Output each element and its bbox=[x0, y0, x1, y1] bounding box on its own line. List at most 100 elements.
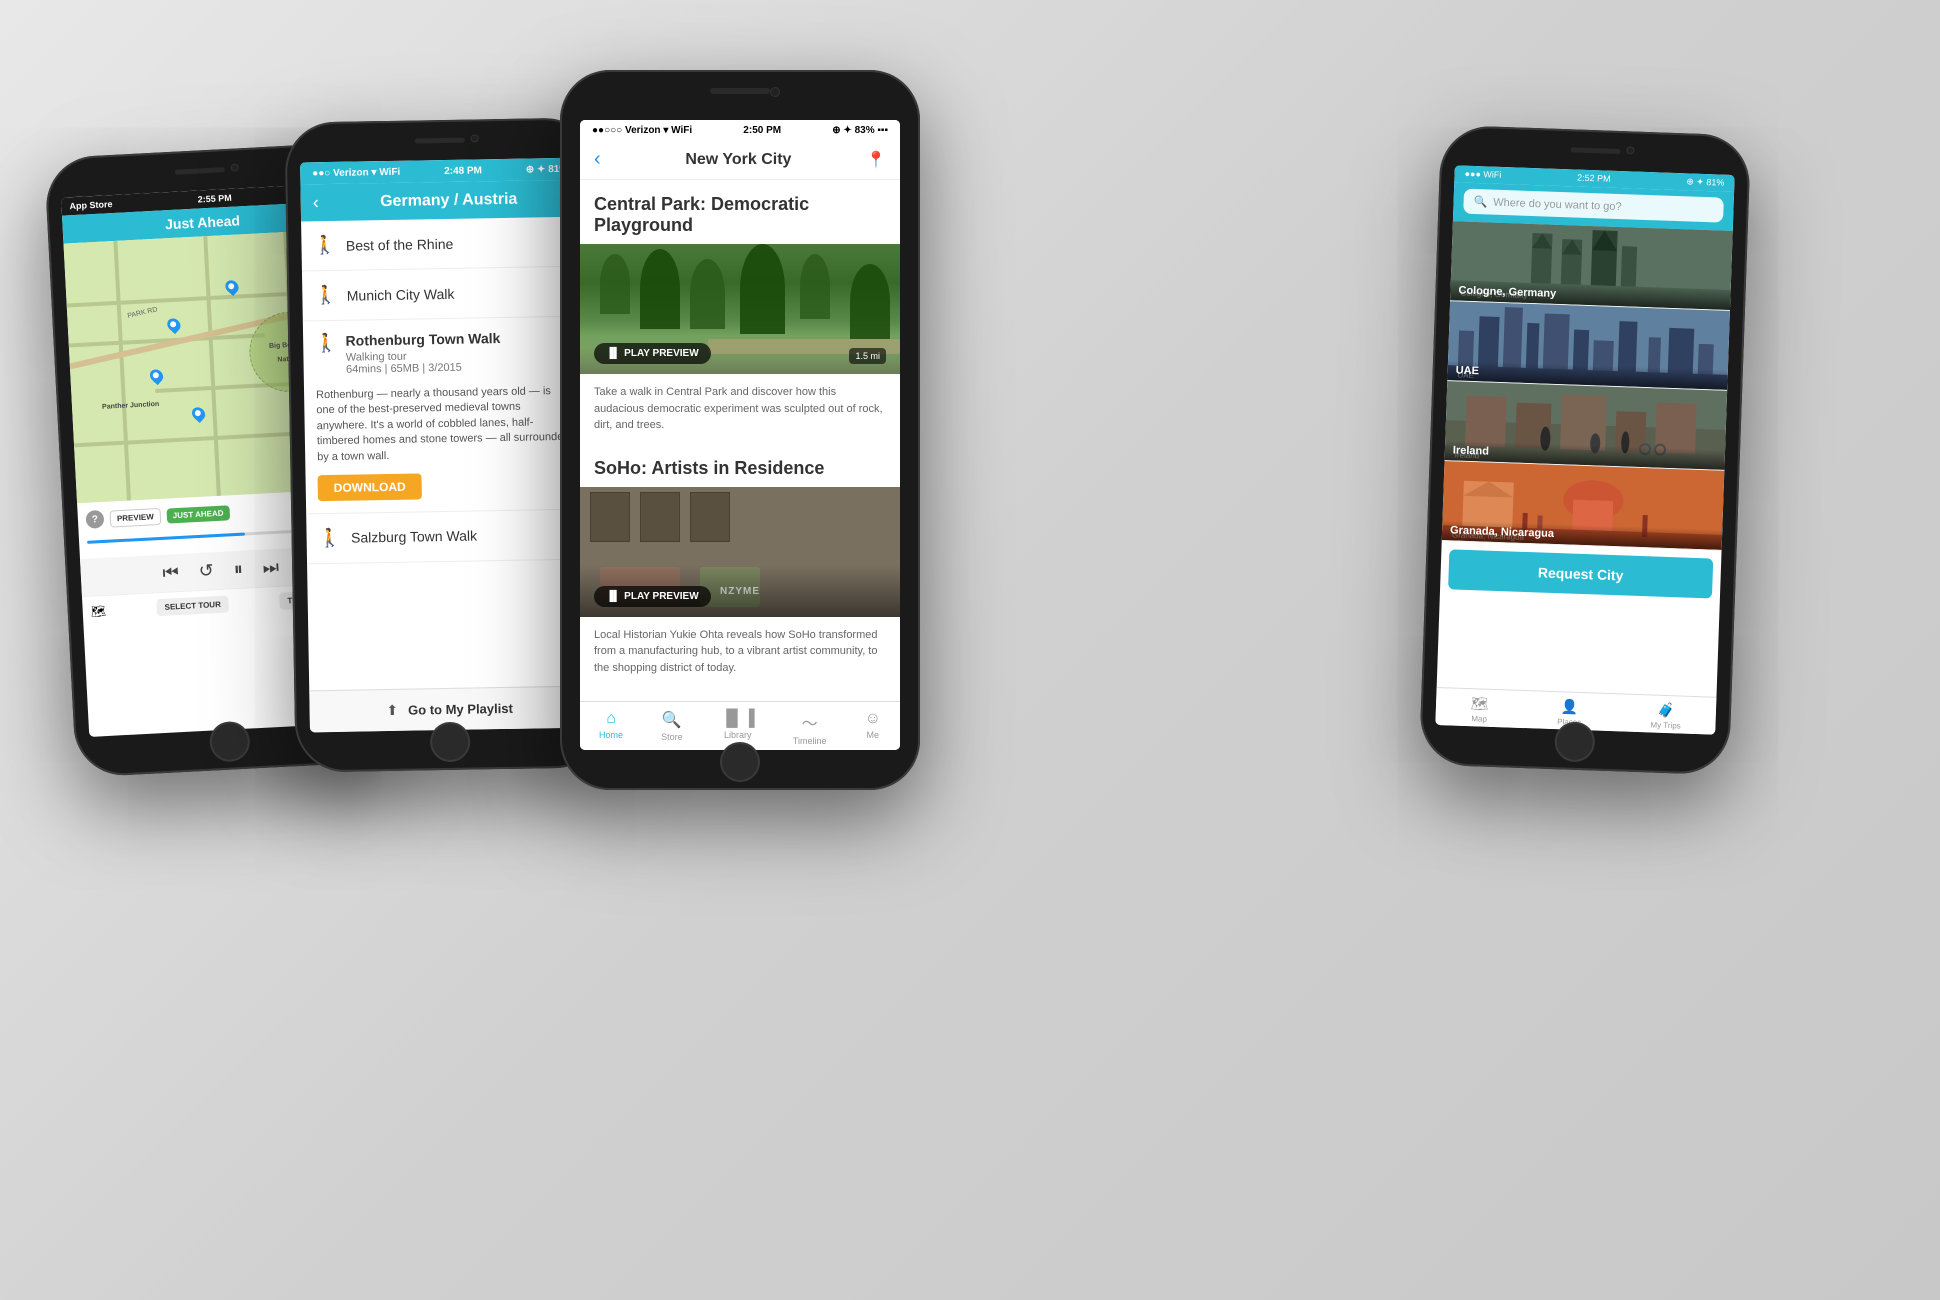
phone-speaker bbox=[175, 167, 225, 175]
back-arrow-nyc[interactable]: ‹ bbox=[594, 148, 601, 171]
soho-desc: Local Historian Yukie Ohta reveals how S… bbox=[580, 617, 900, 687]
request-city-button[interactable]: Request City bbox=[1448, 549, 1713, 598]
phone-camera-places bbox=[1626, 146, 1634, 154]
rothenburg-description: Rothenburg — nearly a thousand years old… bbox=[316, 384, 573, 465]
tour-name-munich: Munich City Walk bbox=[347, 285, 455, 303]
tour-icon-rothenburg: 🚶 bbox=[315, 333, 338, 354]
playlist-label[interactable]: Go to My Playlist bbox=[408, 701, 513, 718]
nav-mytrips[interactable]: 🧳 My Trips bbox=[1650, 701, 1681, 730]
replay-icon[interactable]: ↺ bbox=[198, 560, 214, 582]
search-placeholder: Where do you want to go? bbox=[1493, 196, 1622, 212]
rewind-icon[interactable]: ⏮ bbox=[162, 562, 179, 584]
nav-me[interactable]: ☺ Me bbox=[865, 710, 881, 746]
timeline-icon: 〜 bbox=[802, 710, 818, 734]
germany-header: ‹ Germany / Austria bbox=[300, 180, 581, 222]
place-uae[interactable]: UAE UAE bbox=[1447, 301, 1730, 391]
phone-speaker-places bbox=[1570, 147, 1620, 154]
location-icon[interactable]: 📍 bbox=[866, 150, 886, 170]
germany-title: Germany / Austria bbox=[329, 189, 569, 211]
home-icon: ⌂ bbox=[606, 710, 616, 728]
nav-store[interactable]: 🔍 Store bbox=[661, 710, 683, 746]
nyc-battery: ⊕ ✦ 83% ▪▪▪ bbox=[832, 125, 888, 136]
map-pin-4 bbox=[189, 405, 207, 423]
library-icon: ▐▌▐ bbox=[721, 710, 755, 728]
places-screen: ●●● WiFi 2:52 PM ⊕ ✦ 81% 🔍 Where do you … bbox=[1435, 165, 1734, 734]
tour-detail-rothenburg: 🚶 Rothenburg Town Walk Walking tour 64mi… bbox=[303, 317, 586, 515]
tour-icon-salzburg: 🚶 bbox=[318, 528, 341, 549]
phone-speaker-germany bbox=[415, 138, 465, 144]
nyc-header: ‹ New York City 📍 bbox=[580, 140, 900, 180]
germany-time: 2:48 PM bbox=[444, 165, 482, 177]
place-ireland[interactable]: Ireland Ireland bbox=[1445, 381, 1728, 471]
select-tour-btn[interactable]: SELECT TOUR bbox=[156, 595, 229, 616]
search-icon: 🔍 bbox=[1473, 195, 1487, 208]
phone-places: ●●● WiFi 2:52 PM ⊕ ✦ 81% 🔍 Where do you … bbox=[1419, 125, 1751, 775]
nyc-screen: ●●○○○ Verizon ▾ WiFi 2:50 PM ⊕ ✦ 83% ▪▪▪… bbox=[580, 120, 900, 750]
map-title: Just Ahead bbox=[165, 212, 241, 232]
nyc-carrier: ●●○○○ Verizon ▾ WiFi bbox=[592, 125, 692, 136]
trips-icon: 🧳 bbox=[1657, 702, 1675, 720]
home-button-places[interactable] bbox=[1554, 721, 1595, 762]
me-icon: ☺ bbox=[865, 710, 881, 728]
forward-icon[interactable]: ⏭ bbox=[262, 557, 279, 579]
tour-name-rhine: Best of the Rhine bbox=[346, 235, 454, 253]
tour-name-salzburg: Salzburg Town Walk bbox=[351, 528, 477, 546]
soho-title: SoHo: Artists in Residence bbox=[580, 444, 900, 487]
home-button-nyc[interactable] bbox=[720, 742, 760, 782]
place-nicaragua[interactable]: Granada, Nicaragua Granada, Nicaragua bbox=[1442, 461, 1725, 551]
nyc-city-title: New York City bbox=[611, 151, 866, 169]
store-icon: 🔍 bbox=[662, 710, 682, 730]
back-arrow-germany[interactable]: ‹ bbox=[313, 192, 319, 213]
tour-item-rhine[interactable]: 🚶 Best of the Rhine bbox=[301, 217, 582, 272]
panther-junction-label: Panther Junction bbox=[102, 399, 160, 411]
places-battery: ⊕ ✦ 81% bbox=[1686, 176, 1724, 188]
germany-carrier: ●●○ Verizon ▾ WiFi bbox=[312, 166, 400, 179]
nav-library[interactable]: ▐▌▐ Library bbox=[721, 710, 755, 746]
tour-icon-munich: 🚶 bbox=[314, 285, 337, 306]
places-icon: 👤 bbox=[1561, 698, 1579, 716]
nav-home[interactable]: ⌂ Home bbox=[599, 710, 623, 746]
map-icon: 🗺 bbox=[1470, 695, 1488, 713]
nav-timeline[interactable]: 〜 Timeline bbox=[793, 710, 827, 746]
nyc-time: 2:50 PM bbox=[743, 125, 781, 136]
download-button[interactable]: DOWNLOAD bbox=[318, 473, 422, 501]
tour-item-salzburg[interactable]: 🚶 Salzburg Town Walk bbox=[306, 509, 587, 564]
nav-map-places[interactable]: 🗺 Map bbox=[1470, 695, 1489, 724]
tour-icon-rhine: 🚶 bbox=[313, 235, 336, 256]
soho-image: NZYME ▐▌ PLAY PREVIEW bbox=[580, 487, 900, 617]
phone-camera-nyc bbox=[770, 87, 780, 97]
map-pin-3 bbox=[147, 367, 165, 385]
nyc-status-bar: ●●○○○ Verizon ▾ WiFi 2:50 PM ⊕ ✦ 83% ▪▪▪ bbox=[580, 120, 900, 140]
central-park-desc: Take a walk in Central Park and discover… bbox=[580, 374, 900, 444]
pause-icon[interactable]: ⏸ bbox=[233, 559, 243, 580]
map-pin-1 bbox=[223, 278, 241, 296]
bar-chart-icon-soho: ▐▌ bbox=[606, 591, 620, 602]
play-preview-soho[interactable]: ▐▌ PLAY PREVIEW bbox=[594, 586, 711, 607]
phone-nyc: ●●○○○ Verizon ▾ WiFi 2:50 PM ⊕ ✦ 83% ▪▪▪… bbox=[560, 70, 920, 790]
central-park-duration: 1.5 mi bbox=[849, 348, 886, 364]
phone-camera bbox=[231, 163, 239, 171]
rothenburg-subtitle: Walking tour 64mins | 65MB | 3/2015 bbox=[346, 349, 501, 376]
road-label: PARK RD bbox=[127, 306, 158, 320]
central-park-image: ▐▌ PLAY PREVIEW 1.5 mi bbox=[580, 244, 900, 374]
map-pin-2 bbox=[165, 316, 183, 334]
help-button[interactable]: ? bbox=[85, 510, 104, 529]
preview-button[interactable]: PREVIEW bbox=[109, 507, 161, 527]
phone-camera-germany bbox=[471, 134, 479, 142]
play-preview-central-park[interactable]: ▐▌ PLAY PREVIEW bbox=[594, 343, 711, 364]
search-input[interactable]: 🔍 Where do you want to go? bbox=[1463, 189, 1724, 223]
phone-germany: ●●○ Verizon ▾ WiFi 2:48 PM ⊕ ✦ 81% ‹ Ger… bbox=[284, 117, 605, 772]
rothenburg-title: Rothenburg Town Walk bbox=[345, 330, 500, 349]
central-park-title: Central Park: Democratic Playground bbox=[580, 180, 900, 244]
just-ahead-button[interactable]: JUST AHEAD bbox=[166, 505, 230, 523]
map-carrier: App Store bbox=[69, 199, 112, 211]
home-button-germany[interactable] bbox=[430, 722, 471, 763]
phone-speaker-nyc bbox=[710, 88, 770, 94]
places-carrier: ●●● WiFi bbox=[1464, 169, 1501, 181]
map-time: 2:55 PM bbox=[197, 193, 231, 205]
bar-chart-icon: ▐▌ bbox=[606, 348, 620, 359]
tour-item-munich[interactable]: 🚶 Munich City Walk bbox=[302, 267, 583, 322]
share-icon[interactable]: ⬆ bbox=[386, 702, 398, 719]
place-cologne[interactable]: Cologne, Germany Cologne, Germany bbox=[1450, 221, 1733, 311]
germany-screen: ●●○ Verizon ▾ WiFi 2:48 PM ⊕ ✦ 81% ‹ Ger… bbox=[300, 158, 590, 733]
